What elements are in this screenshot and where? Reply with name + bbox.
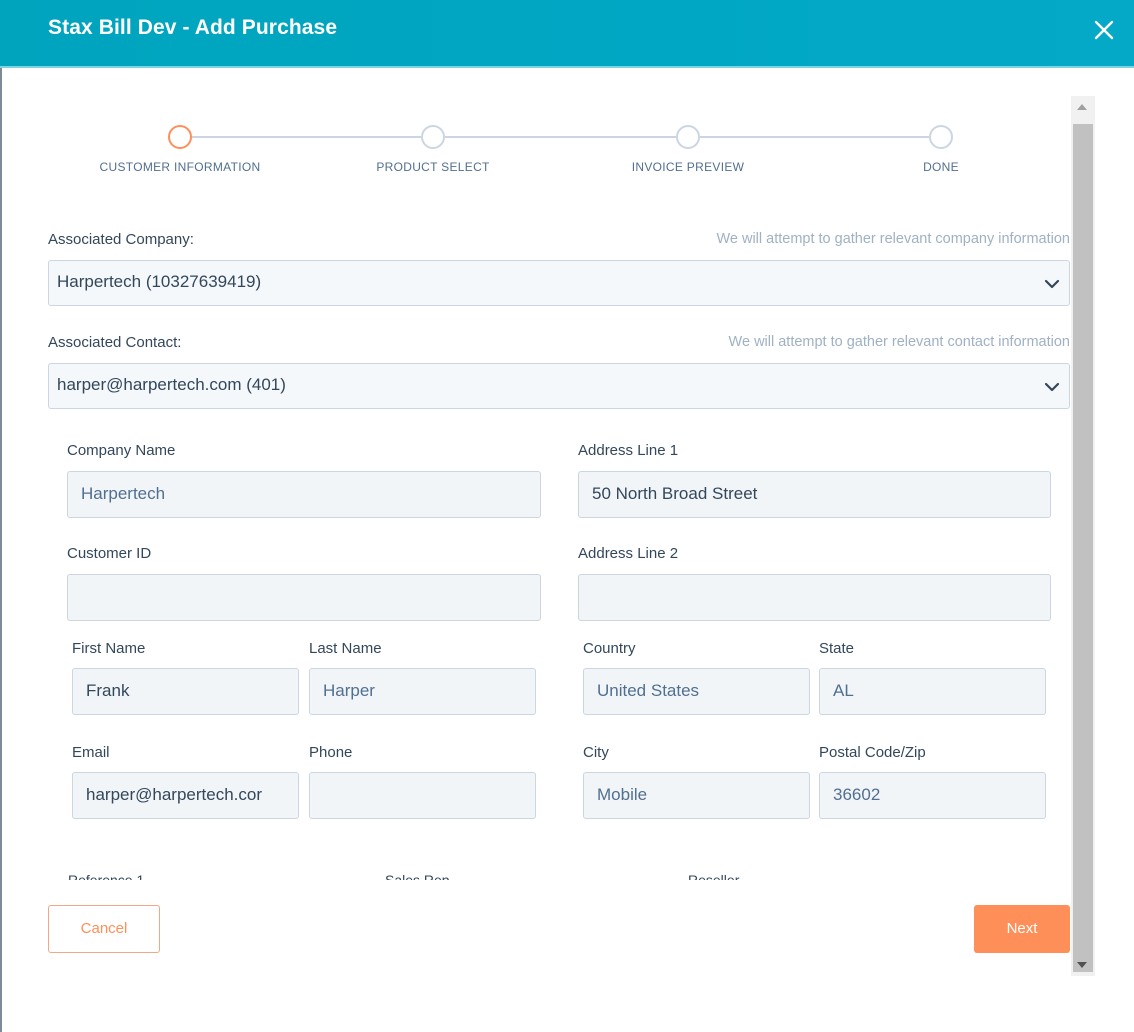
- address-line-2-label: Address Line 2: [578, 545, 679, 562]
- vertical-scrollbar[interactable]: [1071, 96, 1095, 976]
- address-line-2-input[interactable]: [578, 574, 1051, 621]
- associated-contact-label: Associated Contact:: [48, 334, 182, 351]
- postal-code-input[interactable]: 36602: [819, 772, 1046, 819]
- modal-header: Stax Bill Dev - Add Purchase: [0, 0, 1134, 68]
- address-line-1-input[interactable]: 50 North Broad Street: [578, 471, 1051, 518]
- associated-contact-select[interactable]: harper@harpertech.com (401): [48, 363, 1070, 409]
- associated-company-label: Associated Company:: [48, 231, 194, 248]
- scroll-down-icon[interactable]: [1077, 962, 1087, 968]
- customer-id-input[interactable]: [67, 574, 541, 621]
- chevron-down-icon: [1044, 279, 1060, 289]
- postal-code-label: Postal Code/Zip: [819, 744, 926, 761]
- step-dot-invoice-preview: [676, 125, 700, 149]
- step-label-customer-information: CUSTOMER INFORMATION: [99, 160, 261, 174]
- scrollbar-thumb[interactable]: [1073, 124, 1093, 972]
- email-label: Email: [72, 744, 110, 761]
- chevron-down-icon: [1044, 382, 1060, 392]
- step-label-invoice-preview: INVOICE PREVIEW: [631, 160, 745, 174]
- phone-label: Phone: [309, 744, 353, 761]
- scroll-up-icon[interactable]: [1077, 104, 1087, 110]
- step-connector: [192, 136, 421, 138]
- address-line-1-label: Address Line 1: [578, 442, 679, 459]
- close-icon[interactable]: [1090, 16, 1118, 44]
- last-name-input[interactable]: Harper: [309, 668, 536, 715]
- step-dot-product-select: [421, 125, 445, 149]
- reseller-label: Reseller: [688, 872, 740, 880]
- country-label: Country: [583, 640, 636, 657]
- phone-input[interactable]: [309, 772, 536, 819]
- step-connector: [700, 136, 929, 138]
- city-label: City: [583, 744, 609, 761]
- progress-stepper: CUSTOMER INFORMATION PRODUCT SELECT INVO…: [48, 120, 1070, 180]
- step-label-product-select: PRODUCT SELECT: [376, 160, 490, 174]
- associated-company-select[interactable]: Harpertech (10327639419): [48, 260, 1070, 306]
- step-dot-customer-information: [168, 125, 192, 149]
- modal-left-border: [0, 68, 2, 1032]
- first-name-label: First Name: [72, 640, 146, 657]
- company-name-label: Company Name: [67, 442, 176, 459]
- first-name-input[interactable]: Frank: [72, 668, 299, 715]
- state-input[interactable]: AL: [819, 668, 1046, 715]
- company-name-input[interactable]: Harpertech: [67, 471, 541, 518]
- step-label-done: DONE: [923, 160, 959, 174]
- associated-contact-hint: We will attempt to gather relevant conta…: [728, 334, 1070, 350]
- modal-title: Stax Bill Dev - Add Purchase: [48, 16, 338, 39]
- associated-company-value: Harpertech (10327639419): [57, 272, 262, 291]
- next-button[interactable]: Next: [974, 905, 1070, 953]
- associated-company-hint: We will attempt to gather relevant compa…: [716, 231, 1070, 247]
- step-dot-done: [929, 125, 953, 149]
- step-connector: [445, 136, 676, 138]
- associated-contact-value: harper@harpertech.com (401): [57, 375, 286, 394]
- last-name-label: Last Name: [309, 640, 382, 657]
- reference-1-label: Reference 1: [68, 872, 145, 880]
- cancel-button[interactable]: Cancel: [48, 905, 160, 953]
- customer-id-label: Customer ID: [67, 545, 152, 562]
- state-label: State: [819, 640, 855, 657]
- cut-off-labels-row: Reference 1 Sales Rep Reseller: [48, 872, 1070, 880]
- email-input[interactable]: harper@harpertech.cor: [72, 772, 299, 819]
- country-input[interactable]: United States: [583, 668, 810, 715]
- sales-rep-label: Sales Rep: [385, 872, 450, 880]
- city-input[interactable]: Mobile: [583, 772, 810, 819]
